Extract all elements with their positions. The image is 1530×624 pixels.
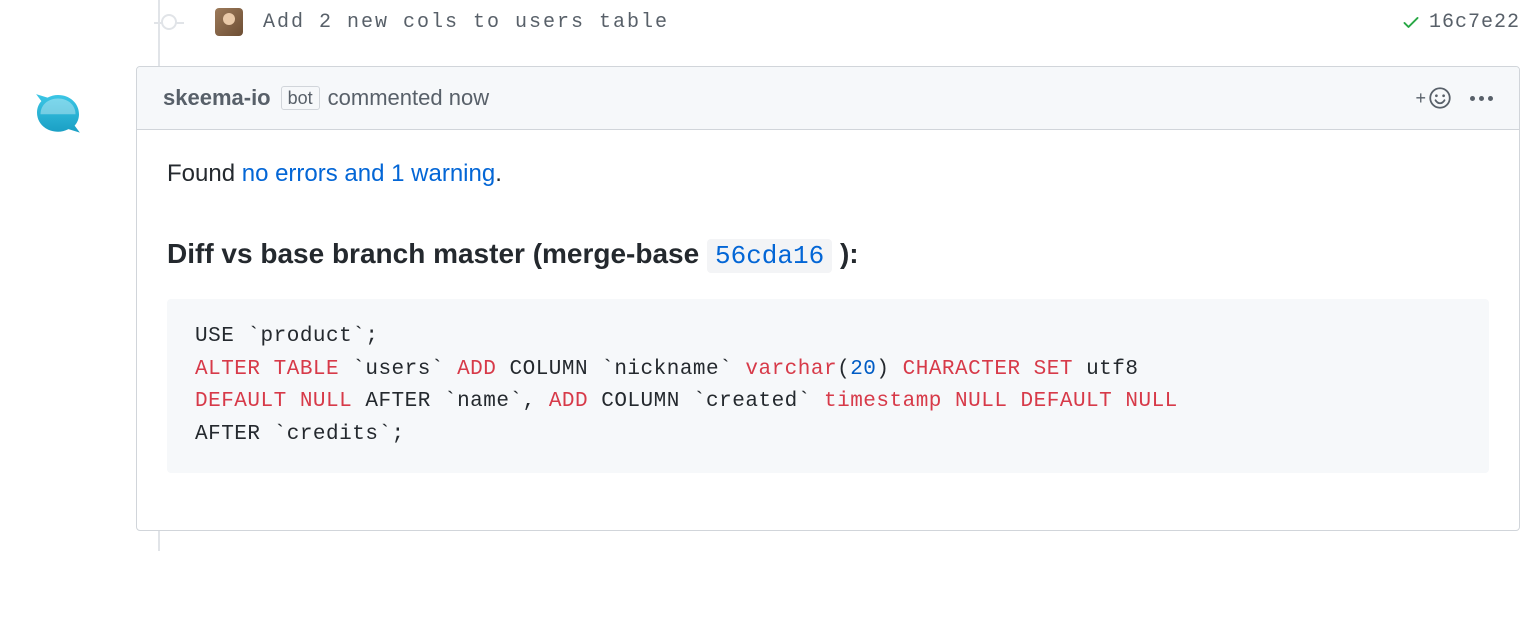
comment-header: skeema-io bot commented now + [137,67,1519,130]
commit-row: Add 2 new cols to users table 16c7e22 [10,0,1520,66]
diff-heading: Diff vs base branch master (merge-base 5… [167,238,1489,271]
smiley-icon [1428,86,1452,110]
comment-body: Found no errors and 1 warning. Diff vs b… [137,130,1519,530]
avatar[interactable] [215,8,243,36]
comment-author[interactable]: skeema-io [163,85,271,111]
sql-diff-code: USE `product`; ALTER TABLE `users` ADD C… [167,299,1489,473]
add-reaction-button[interactable]: + [1415,86,1452,110]
comment-verb: commented [328,85,443,111]
commit-message[interactable]: Add 2 new cols to users table [263,11,1401,34]
plus-icon: + [1415,89,1426,107]
bot-badge: bot [281,86,320,110]
comment-card: skeema-io bot commented now + [136,66,1520,531]
comment-timestamp[interactable]: now [443,85,489,111]
commit-sha[interactable]: 16c7e22 [1429,11,1520,34]
more-actions-button[interactable] [1470,96,1493,101]
merge-base-sha[interactable]: 56cda16 [707,239,832,273]
check-icon [1401,12,1421,32]
errors-warnings-link[interactable]: no errors and 1 warning [242,160,495,187]
status-summary: Found no errors and 1 warning. [167,160,1489,188]
bot-avatar[interactable] [30,88,86,144]
commit-status[interactable]: 16c7e22 [1401,11,1520,34]
commit-marker-icon [161,14,177,30]
